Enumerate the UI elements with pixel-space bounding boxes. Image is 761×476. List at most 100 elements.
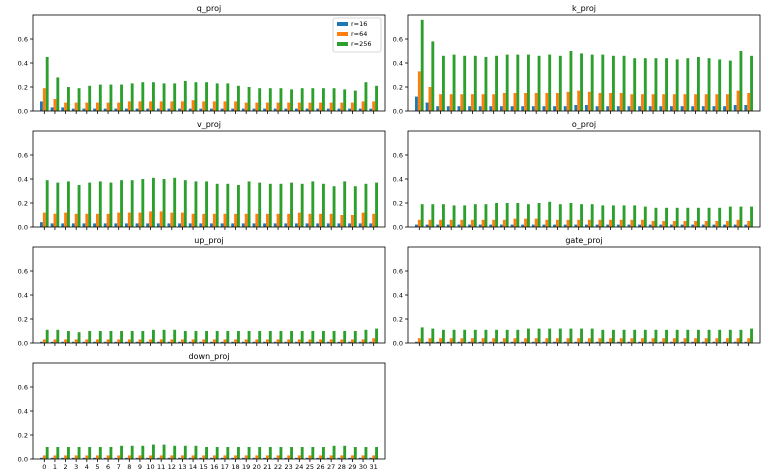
bar-k_proj-r=64-17	[598, 93, 602, 111]
bar-k_proj-r=16-20	[627, 106, 631, 111]
bar-q_proj-r=64-0	[42, 88, 46, 111]
bar-up_proj-r=256-21	[268, 331, 272, 343]
bar-v_proj-r=64-19	[244, 213, 248, 227]
y-tick-label: 0.6	[18, 151, 28, 159]
bar-o_proj-r=256-21	[643, 206, 647, 227]
bar-v_proj-r=16-9	[135, 223, 139, 227]
bar-v_proj-r=16-21	[263, 223, 266, 227]
bar-v_proj-r=64-12	[170, 212, 174, 227]
bar-o_proj-r=64-11	[534, 218, 538, 227]
x-tick-label: 4	[85, 463, 89, 471]
bar-o_proj-r=256-17	[601, 205, 605, 227]
bar-o_proj-r=64-19	[619, 219, 623, 227]
x-tick-label: 8	[127, 463, 131, 471]
bar-k_proj-r=16-22	[648, 106, 652, 111]
bar-gate_proj-r=256-12	[548, 328, 552, 343]
bar-o_proj-r=256-30	[739, 206, 743, 227]
bar-v_proj-r=256-1	[56, 182, 60, 227]
bar-k_proj-r=16-27	[701, 106, 705, 111]
bar-q_proj-r=64-1	[53, 99, 57, 111]
bar-down_proj-r=256-18	[237, 447, 240, 459]
bar-up_proj-r=256-18	[237, 331, 240, 343]
bar-k_proj-r=256-13	[558, 55, 562, 111]
bar-k_proj-r=256-26	[697, 57, 700, 111]
bar-v_proj-r=256-8	[130, 180, 134, 227]
legend-label: r=16	[351, 20, 367, 28]
bar-down_proj-r=256-10	[152, 444, 155, 459]
bar-o_proj-r=256-9	[516, 203, 520, 227]
bar-k_proj-r=64-16	[587, 91, 591, 111]
bar-up_proj-r=64-16	[212, 339, 216, 343]
axes-frame	[32, 130, 386, 228]
bar-down_proj-r=256-8	[130, 445, 134, 459]
bar-o_proj-r=64-3	[449, 219, 453, 227]
bar-gate_proj-r=64-0	[417, 338, 421, 343]
bar-q_proj-r=256-13	[183, 81, 187, 111]
bar-k_proj-r=256-31	[750, 55, 753, 111]
bar-up_proj-r=256-23	[290, 331, 293, 343]
bar-up_proj-r=64-10	[149, 339, 152, 343]
bar-gate_proj-r=256-30	[739, 329, 743, 343]
bar-q_proj-r=256-18	[237, 85, 240, 111]
bar-v_proj-r=256-10	[152, 177, 155, 227]
bar-down_proj-r=64-30	[361, 455, 365, 459]
bar-k_proj-r=256-2	[442, 55, 445, 111]
bar-o_proj-r=64-4	[460, 219, 464, 227]
bar-v_proj-r=64-26	[319, 213, 322, 227]
bar-v_proj-r=64-29	[351, 215, 354, 227]
y-tick-label: 0.6	[18, 35, 28, 43]
bar-v_proj-r=16-25	[305, 223, 309, 227]
chart-figure: q_proj 0.0 0.2 0.4 0.6 r=16 r=64 r=256 k_proj 0.0…	[18, 4, 761, 471]
bar-down_proj-r=64-26	[319, 455, 322, 459]
bar-o_proj-r=64-17	[598, 219, 602, 227]
bar-v_proj-r=256-29	[353, 186, 357, 227]
bar-v_proj-r=16-0	[40, 222, 43, 227]
bar-k_proj-r=16-9	[510, 106, 514, 111]
bar-v_proj-r=16-13	[178, 223, 181, 227]
bar-up_proj-r=64-25	[308, 339, 312, 343]
panel-q_proj: q_proj 0.0 0.2 0.4 0.6 r=16 r=64 r=256	[18, 4, 386, 115]
bar-o_proj-r=256-13	[558, 204, 562, 227]
panel-title: o_proj	[572, 120, 596, 129]
bar-up_proj-r=256-2	[67, 331, 70, 343]
bar-down_proj-r=256-2	[67, 447, 70, 459]
bar-down_proj-r=64-13	[181, 455, 184, 459]
bar-v_proj-r=256-4	[88, 182, 92, 227]
bar-up_proj-r=256-20	[258, 331, 262, 343]
x-tick-label: 2	[63, 463, 67, 471]
bar-gate_proj-r=64-19	[619, 338, 623, 343]
bar-q_proj-r=256-11	[162, 83, 166, 111]
bar-q_proj-r=256-17	[226, 83, 230, 111]
bar-v_proj-r=16-15	[199, 223, 203, 227]
bar-gate_proj-r=64-26	[694, 338, 697, 343]
bar-gate_proj-r=64-2	[439, 338, 442, 343]
bar-o_proj-r=64-14	[566, 219, 570, 227]
bar-up_proj-r=64-8	[127, 339, 131, 343]
bar-k_proj-r=64-13	[556, 93, 559, 111]
bar-gate_proj-r=256-15	[580, 328, 583, 343]
bar-o_proj-r=64-18	[609, 219, 612, 227]
bar-k_proj-r=64-21	[641, 94, 644, 111]
bar-v_proj-r=256-22	[279, 183, 283, 227]
bar-down_proj-r=64-22	[276, 455, 280, 459]
bar-v_proj-r=16-11	[156, 223, 160, 227]
bar-k_proj-r=256-10	[527, 54, 530, 111]
bar-gate_proj-r=256-4	[463, 329, 467, 343]
bar-o_proj-r=64-20	[630, 219, 634, 227]
bar-gate_proj-r=256-28	[718, 329, 722, 343]
bar-q_proj-r=256-20	[258, 88, 262, 111]
bar-down_proj-r=64-8	[127, 455, 131, 459]
bar-gate_proj-r=64-29	[726, 338, 729, 343]
bar-gate_proj-r=256-1	[431, 328, 435, 343]
bar-q_proj-r=256-25	[311, 88, 315, 111]
bar-gate_proj-r=64-4	[460, 338, 464, 343]
bar-gate_proj-r=64-16	[587, 338, 591, 343]
bar-q_proj-r=256-5	[98, 84, 102, 111]
bar-o_proj-r=256-8	[505, 203, 509, 227]
bar-v_proj-r=256-2	[67, 181, 70, 227]
bar-gate_proj-r=64-6	[481, 338, 485, 343]
bar-down_proj-r=64-28	[340, 455, 344, 459]
bar-q_proj-r=64-30	[361, 101, 365, 111]
bar-down_proj-r=256-22	[279, 447, 283, 459]
bar-v_proj-r=256-17	[226, 183, 230, 227]
